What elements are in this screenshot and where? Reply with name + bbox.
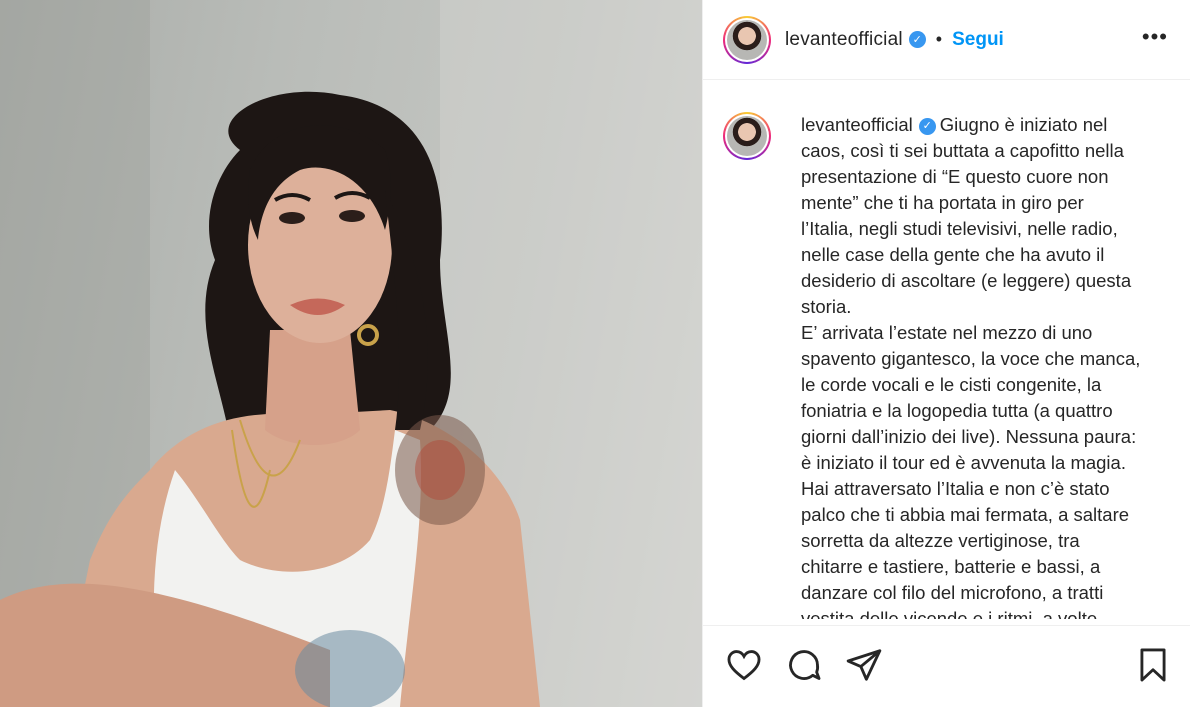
caption-line: foniatria e la logopedia tutta (a quattr… <box>801 400 1113 421</box>
header-username[interactable]: levanteofficial <box>785 29 903 51</box>
caption-username[interactable]: levanteofficial <box>801 114 913 135</box>
more-options-icon[interactable]: ••• <box>1142 24 1168 50</box>
caption-line: palco che ti abbia mai fermata, a saltar… <box>801 504 1130 525</box>
avatar[interactable] <box>723 15 771 64</box>
avatar-image <box>727 19 767 60</box>
instagram-post: levanteofficial ✓ • Segui ••• levanteoff… <box>0 0 1190 707</box>
paper-plane-icon[interactable] <box>845 646 883 684</box>
caption-line: Hai attraversato l’Italia e non c’è stat… <box>801 478 1110 499</box>
caption-line: spavento gigantesco, la voce che manca, <box>801 348 1141 369</box>
caption-avatar-image <box>727 116 767 156</box>
caption-line: desiderio di ascoltare (e leggere) quest… <box>801 270 1132 291</box>
post-sidebar: levanteofficial ✓ • Segui ••• levanteoff… <box>702 0 1190 707</box>
caption-line: E’ arrivata l’estate nel mezzo di uno <box>801 322 1093 343</box>
caption-avatar-border <box>725 114 769 158</box>
verified-badge-icon: ✓ <box>908 31 926 48</box>
action-bar <box>703 625 1190 707</box>
caption-line: danzare col filo del microfono, a tratti <box>801 582 1104 603</box>
caption-line: l’Italia, negli studi televisivi, nelle … <box>801 218 1118 239</box>
caption-line: sorretta da altezze vertiginose, tra <box>801 530 1080 551</box>
post-header: levanteofficial ✓ • Segui ••• <box>703 0 1190 80</box>
heart-icon[interactable] <box>725 646 763 684</box>
caption-line: caos, così ti sei buttata a capofitto ne… <box>801 140 1124 161</box>
caption-verified-badge-icon: ✓ <box>918 117 936 135</box>
caption-line: presentazione di “E questo cuore non <box>801 166 1109 187</box>
caption-avatar[interactable] <box>723 112 771 160</box>
post-photo[interactable] <box>0 0 702 707</box>
portrait-illustration <box>0 0 702 707</box>
comment-icon[interactable] <box>785 646 823 684</box>
caption: levanteofficial ✓ Giugno è iniziato nel ca… <box>723 112 1176 624</box>
header-separator: • <box>935 29 943 49</box>
caption-line: giorni dall’inizio dei live). Nessuna pa… <box>801 426 1137 447</box>
caption-line: è iniziato il tour ed è avvenuta la magi… <box>801 452 1126 473</box>
caption-line: nelle case della gente che ha avuto il <box>801 244 1105 265</box>
caption-line-text: Giugno è iniziato nel <box>939 114 1108 135</box>
caption-line: levanteofficial ✓ Giugno è iniziato nel <box>801 112 1176 138</box>
follow-button[interactable]: Segui <box>952 29 1004 51</box>
caption-line: storia. <box>801 296 852 317</box>
bookmark-icon[interactable] <box>1134 646 1172 684</box>
avatar-border <box>725 17 769 62</box>
caption-line-clipped: vestita delle vicende e i ritmi, a volte <box>801 608 1098 619</box>
caption-line: mente” che ti ha portata in giro per <box>801 192 1084 213</box>
caption-text: levanteofficial ✓ Giugno è iniziato nel ca… <box>801 112 1176 619</box>
caption-line: le corde vocali e le cisti congenite, la <box>801 374 1102 395</box>
caption-line: chitarre e tastiere, batterie e bassi, a <box>801 556 1101 577</box>
